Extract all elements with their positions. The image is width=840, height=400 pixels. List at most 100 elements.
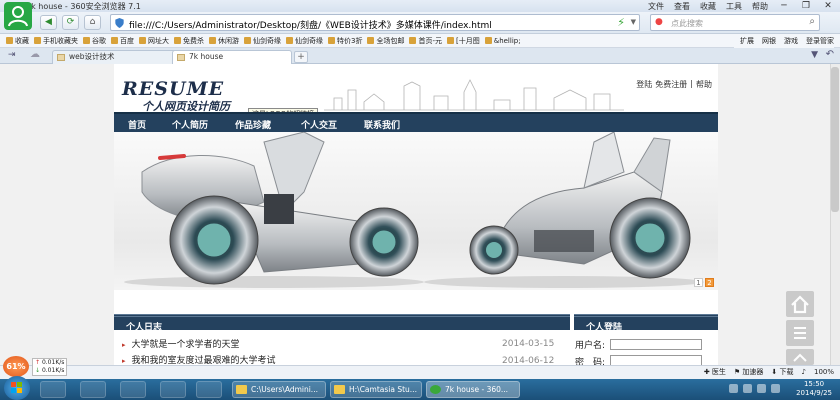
dropdown-icon[interactable]: ▼	[631, 18, 636, 26]
back-to-top-button[interactable]	[786, 291, 814, 317]
bookmark-item[interactable]: 网址大	[139, 36, 169, 46]
taskbar-app-icon[interactable]	[120, 381, 146, 398]
address-bar[interactable]: file:///C:/Users/Administrator/Desktop/刻…	[110, 14, 640, 31]
bookmark-item[interactable]: 仙剑奇缘	[286, 36, 323, 46]
home-button[interactable]: ⌂	[84, 15, 101, 30]
nav-contact[interactable]: 联系我们	[364, 118, 400, 131]
games-button[interactable]: 游戏	[784, 36, 798, 46]
search-icon[interactable]: ⌕	[809, 16, 815, 27]
restore-button[interactable]: ❐	[800, 1, 812, 11]
netbank-button[interactable]: 网银	[762, 36, 776, 46]
page-icon	[83, 37, 90, 44]
folder-icon	[334, 385, 345, 394]
bookmark-item[interactable]: 谷歌	[83, 36, 106, 46]
list-button[interactable]	[786, 320, 814, 346]
new-tab-button[interactable]: +	[294, 51, 308, 63]
extensions-button[interactable]: 扩展	[740, 36, 754, 46]
slide-page-2[interactable]: 2	[705, 278, 714, 287]
bookmarks-bar: 收藏 手机收藏夹 谷歌 百度 网址大 免费杀 休闲游 仙剑奇缘 仙剑奇缘 特价3…	[0, 34, 840, 48]
system-tray	[729, 384, 780, 393]
nav-home[interactable]: 首页	[128, 118, 146, 131]
sidebar-toggle-icon[interactable]: ⇥	[8, 50, 16, 60]
taskbar-task-explorer[interactable]: C:\Users\Admini...	[232, 381, 326, 398]
system-clock[interactable]: 15:50 2014/9/25	[796, 380, 832, 398]
password-input[interactable]	[610, 355, 702, 365]
taskbar-ie-icon[interactable]	[40, 381, 66, 398]
bookmark-item[interactable]: &hellip;	[484, 37, 521, 45]
nav-resume[interactable]: 个人简历	[172, 118, 208, 131]
nav-interaction[interactable]: 个人交互	[301, 118, 337, 131]
doctor-button[interactable]: ✚ 医生	[704, 367, 726, 377]
menu-favorites[interactable]: 收藏	[700, 1, 716, 12]
banner-slideshow[interactable]: 1 2	[114, 132, 718, 290]
undo-close-icon[interactable]: ↶	[826, 49, 834, 60]
menu-help[interactable]: 帮助	[752, 1, 768, 12]
resume-logo[interactable]: RESUME	[122, 78, 224, 100]
log-entry[interactable]: ▸ 大学就是一个求学者的天堂	[122, 337, 240, 350]
user-avatar[interactable]	[4, 2, 32, 30]
city-skyline-decoration	[324, 79, 624, 111]
bookmark-item[interactable]: 全场包邮	[367, 36, 404, 46]
cloud-icon[interactable]: ☁	[30, 49, 40, 60]
lightning-icon[interactable]: ⚡	[617, 16, 625, 29]
log-section-header: 个人日志	[114, 314, 570, 333]
bookmark-item[interactable]: 休闲游	[209, 36, 239, 46]
taskbar-task-camtasia[interactable]: H:\Camtasia Stu...	[330, 381, 422, 398]
bookmark-item[interactable]: 百度	[111, 36, 134, 46]
status-right: ✚ 医生 ⚑ 加速器 ⬇ 下载 ♪ 100%	[704, 367, 834, 377]
download-button[interactable]: ⬇ 下载	[771, 367, 793, 377]
back-arrow-icon: ◀	[45, 17, 52, 27]
scrollbar-thumb[interactable]	[831, 67, 839, 212]
address-toolbar: ◀ ⟳ ⌂ file:///C:/Users/Administrator/Des…	[0, 12, 840, 34]
tab-7k-house[interactable]: 7k house	[172, 50, 292, 64]
username-input[interactable]	[610, 339, 702, 350]
minimize-button[interactable]: ─	[778, 1, 790, 11]
shield-icon	[115, 18, 124, 28]
accelerator-button[interactable]: ⚑ 加速器	[734, 367, 764, 377]
scroll-up-button[interactable]	[786, 349, 814, 365]
taskbar-app-icon[interactable]	[160, 381, 186, 398]
bookmark-item[interactable]: 仙剑奇缘	[244, 36, 281, 46]
taskbar-task-browser[interactable]: 7k house - 360...	[426, 381, 520, 398]
bookmark-favorites[interactable]: 收藏	[6, 36, 29, 46]
page-icon	[409, 37, 417, 44]
tab-web-design[interactable]: web设计技术	[52, 50, 178, 64]
menu-file[interactable]: 文件	[648, 1, 664, 12]
net-percent-badge[interactable]: 61%	[3, 356, 29, 377]
menu-tools[interactable]: 工具	[726, 1, 742, 12]
bookmark-item[interactable]: [十月图	[447, 36, 480, 46]
login-link[interactable]: 登陆	[636, 79, 652, 90]
speaker-icon[interactable]: ♪	[802, 368, 806, 376]
tab-list-icon[interactable]: ▼	[811, 50, 818, 60]
search-box[interactable]: ● 点此搜索 ⌕	[650, 14, 820, 31]
zoom-level[interactable]: 100%	[814, 368, 834, 376]
start-button[interactable]	[4, 376, 30, 400]
menu-view[interactable]: 查看	[674, 1, 690, 12]
taskbar-app-icon[interactable]	[196, 381, 222, 398]
tray-icon[interactable]	[757, 384, 766, 393]
tray-icon[interactable]	[771, 384, 780, 393]
bookmark-item[interactable]: 首页-元	[409, 36, 442, 46]
password-label: 密 码:	[575, 358, 606, 365]
page-icon	[484, 37, 492, 44]
bookmark-item[interactable]: 特价3折	[328, 36, 362, 46]
tray-icon[interactable]	[743, 384, 752, 393]
tray-icon[interactable]	[729, 384, 738, 393]
bookmark-item[interactable]: 免费杀	[174, 36, 204, 46]
back-button[interactable]: ◀	[40, 15, 57, 30]
log-entry[interactable]: ▸ 我和我的室友度过最艰难的大学考试	[122, 353, 276, 365]
register-link[interactable]: 免费注册	[655, 79, 687, 90]
help-link[interactable]: 帮助	[696, 79, 712, 90]
login-manager-button[interactable]: 登录管家	[806, 36, 834, 46]
list-icon	[794, 327, 806, 339]
close-button[interactable]: ✕	[822, 1, 834, 11]
search-engine-icon[interactable]: ●	[655, 17, 663, 27]
slide-page-1[interactable]: 1	[694, 278, 703, 287]
top-links: 登陆 免费注册 | 帮助	[636, 79, 712, 90]
nav-works[interactable]: 作品珍藏	[235, 118, 271, 131]
home-icon: ⌂	[89, 17, 96, 27]
refresh-button[interactable]: ⟳	[62, 15, 79, 30]
login-section-header: 个人登陆	[574, 314, 718, 333]
bookmark-item[interactable]: 手机收藏夹	[34, 36, 78, 46]
taskbar-app-icon[interactable]	[80, 381, 106, 398]
